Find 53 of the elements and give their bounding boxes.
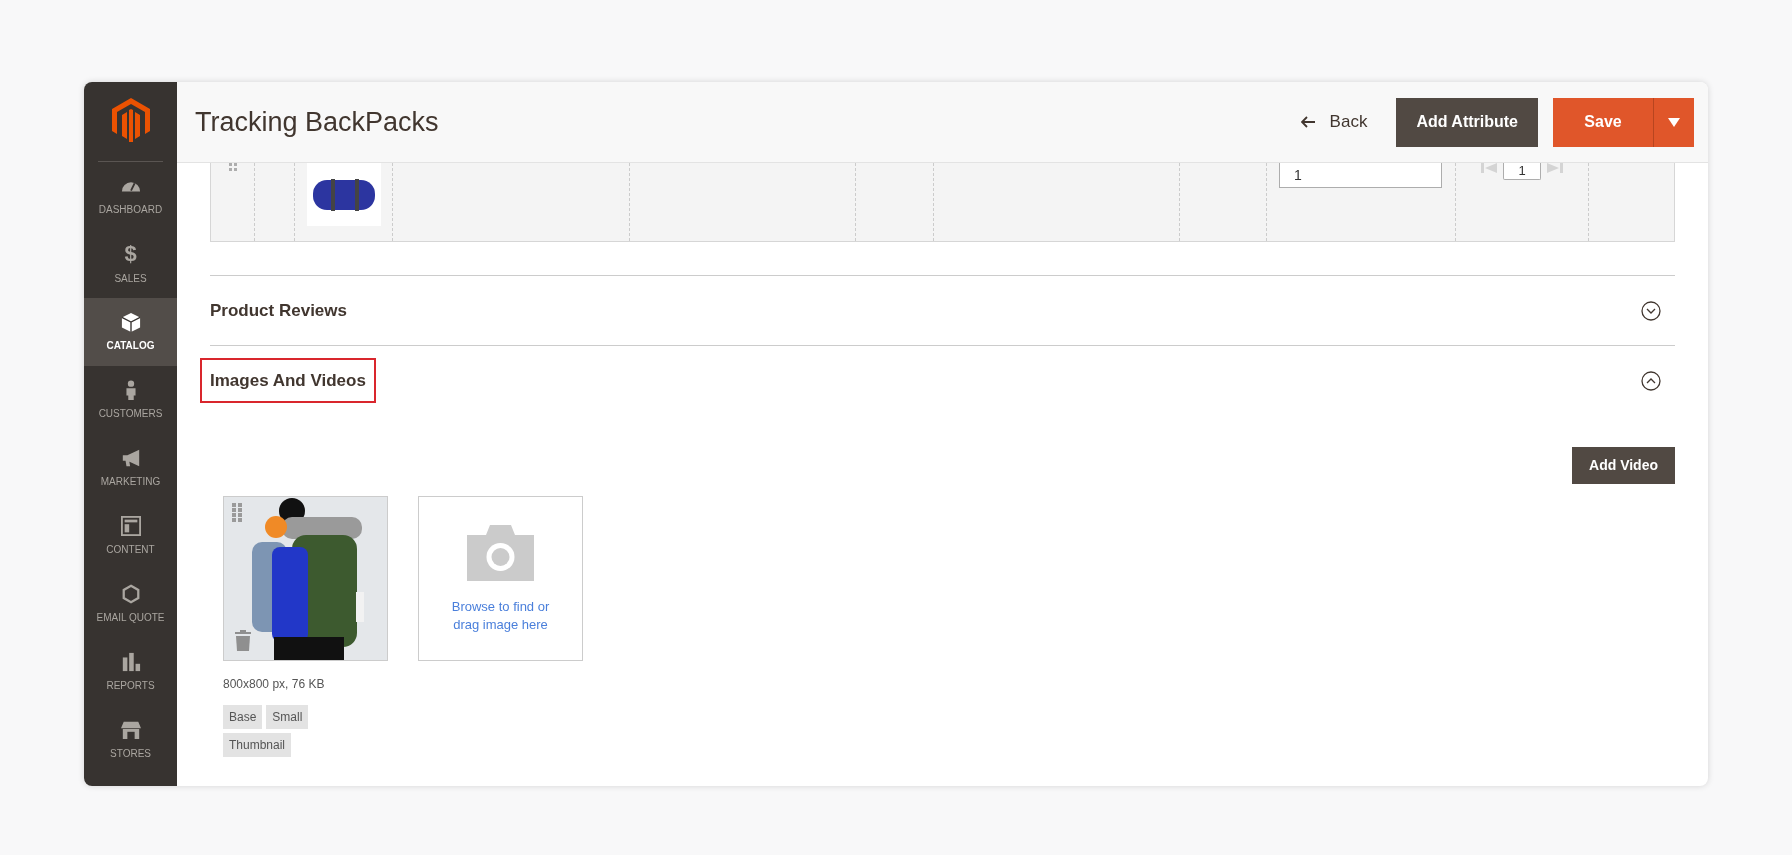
page-field[interactable]: 1 — [1503, 163, 1541, 180]
add-video-button[interactable]: Add Video — [1572, 447, 1675, 484]
sidebar-item[interactable]: EMAIL QUOTE — [84, 570, 177, 638]
sidebar-item[interactable]: $ SALES — [84, 230, 177, 298]
collapse-icon[interactable] — [1641, 370, 1661, 391]
save-button[interactable]: Save — [1553, 97, 1653, 147]
page-title: Tracking BackPacks — [195, 105, 439, 139]
image-role-tag: Small — [266, 705, 309, 729]
sidebar-item[interactable]: DASHBOARD — [84, 162, 177, 230]
catalog-icon — [120, 311, 141, 332]
section-header[interactable]: Images And Videos — [200, 346, 1675, 415]
save-options-button[interactable] — [1653, 97, 1694, 147]
backpack-photo[interactable] — [223, 496, 388, 661]
sidebar-label: SALES — [114, 271, 147, 286]
quote-icon — [120, 583, 141, 604]
back-button[interactable]: Back — [1300, 109, 1368, 135]
sidebar-label: MARKETING — [100, 474, 161, 489]
camera-icon — [467, 525, 534, 581]
sidebar-label: EMAIL QUOTE — [96, 610, 165, 625]
sidebar-label: STORES — [110, 746, 151, 761]
drag-handle-icon[interactable] — [228, 163, 237, 171]
stores-icon — [120, 719, 141, 740]
section-title: Product Reviews — [209, 299, 348, 322]
image-upload-area[interactable]: Browse to find or drag image here — [418, 496, 583, 661]
trash-icon[interactable] — [235, 630, 251, 651]
sidebar-label: CONTENT — [106, 542, 155, 557]
sidebar-item[interactable]: REPORTS — [84, 638, 177, 706]
section-header[interactable]: Product Reviews — [200, 276, 1675, 345]
sidebar-item[interactable]: STORES — [84, 706, 177, 774]
image-role-tag: Base — [223, 705, 263, 729]
reports-icon — [120, 651, 141, 672]
drag-handle-icon[interactable] — [232, 503, 242, 523]
section-title: Images And Videos — [200, 357, 376, 404]
expand-icon[interactable] — [1641, 300, 1661, 321]
add-attribute-button[interactable]: Add Attribute — [1396, 97, 1538, 147]
image-role-tag: Thumbnail — [223, 733, 292, 757]
logo-icon[interactable] — [111, 98, 150, 142]
caret-icon — [1668, 117, 1680, 127]
sidebar-label: CUSTOMERS — [98, 406, 163, 421]
sidebar-label: REPORTS — [106, 678, 155, 693]
marketing-icon — [120, 447, 141, 468]
left-arrow-icon — [1300, 116, 1316, 128]
sidebar-item[interactable]: CATALOG — [84, 298, 177, 366]
image-size-text: 800x800 px, 76 KB — [223, 676, 326, 693]
content-icon — [120, 515, 141, 536]
quantity-field[interactable]: 1 — [1279, 163, 1442, 188]
upload-hint-text: Browse to find or drag image here — [450, 598, 551, 634]
sidebar-item[interactable]: CONTENT — [84, 502, 177, 570]
sidebar-item[interactable]: MARKETING — [84, 434, 177, 502]
sidebar-label: CATALOG — [106, 338, 155, 353]
sidebar-item[interactable]: CUSTOMERS — [84, 366, 177, 434]
sidebar-label: DASHBOARD — [98, 202, 163, 217]
dollar-icon: $ — [124, 242, 137, 265]
